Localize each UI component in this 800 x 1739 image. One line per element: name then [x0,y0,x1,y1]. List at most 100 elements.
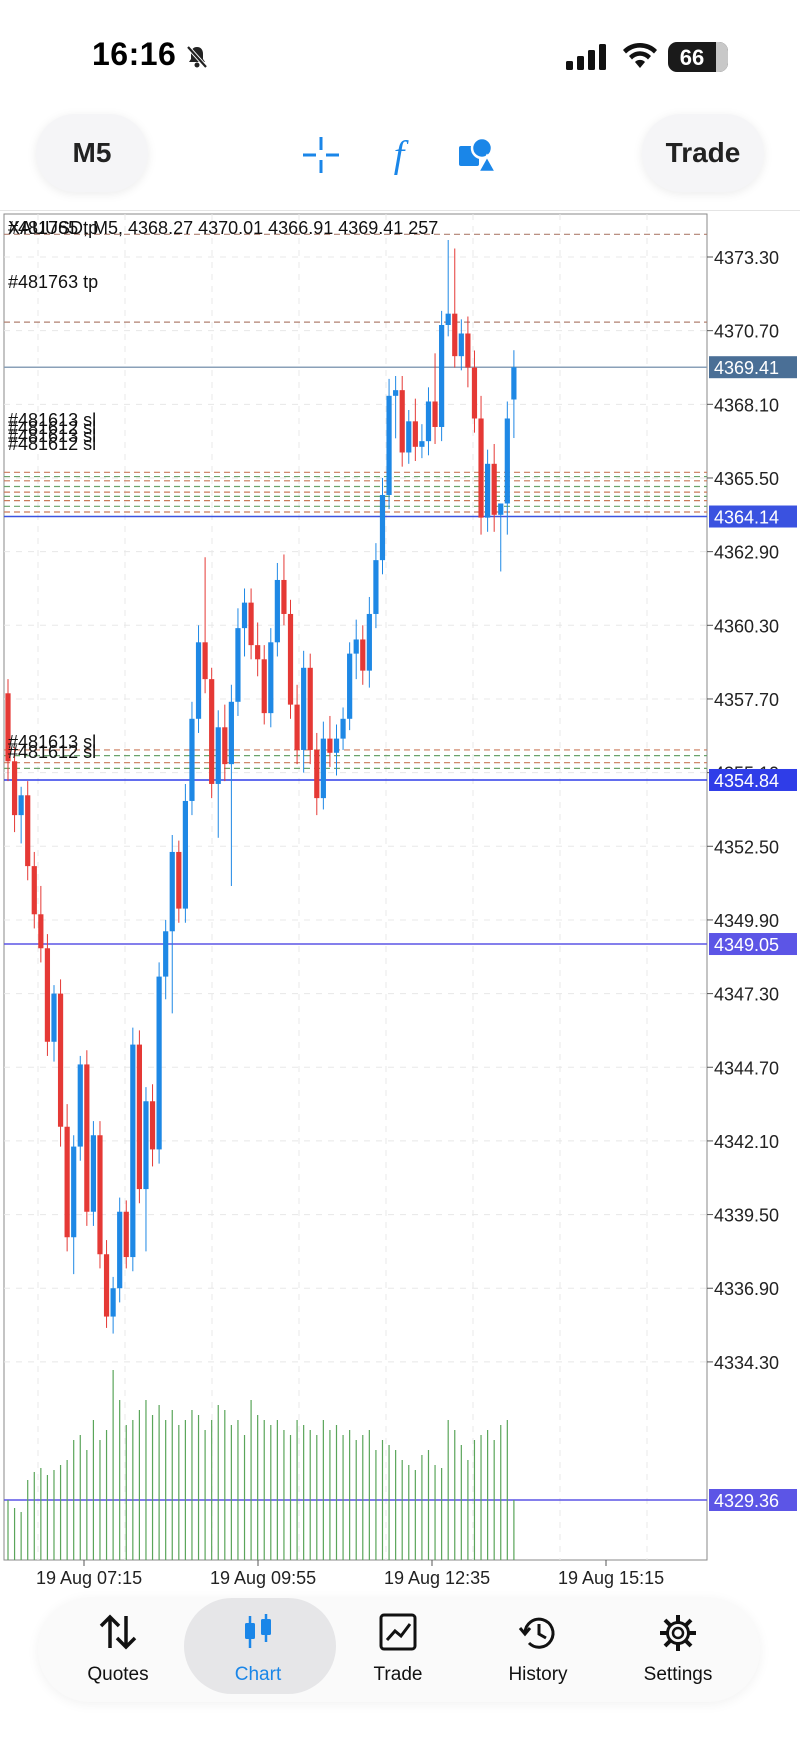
candle-body [222,727,228,765]
candle-body [228,701,234,765]
wifi-icon [623,42,657,68]
candle-body [485,463,491,518]
time-tick-label: 19 Aug 12:35 [384,1568,490,1588]
candle-body [11,761,18,816]
candle-body [301,667,307,750]
price-tick-label: 4373.30 [714,248,779,268]
price-tick-label: 4365.50 [714,469,779,489]
trade-chart-icon [379,1613,417,1651]
candle-body [511,367,517,400]
candle-body [64,1126,70,1238]
candle-body [130,1044,136,1258]
price-badge-label: 4369.41 [714,358,779,378]
candle-body [268,642,274,714]
candle-body [465,333,471,368]
candles-icon [245,1614,271,1648]
quotes-arrows-icon [99,1614,137,1650]
timeframe-button[interactable]: M5 [36,114,148,192]
candle-body [498,503,504,515]
candle-body [202,642,208,680]
time-tick-label: 19 Aug 09:55 [210,1568,316,1588]
candle-body [432,401,438,427]
time-tick-label: 19 Aug 15:15 [558,1568,664,1588]
nav-chart-label: Chart [234,1664,282,1685]
candle-body [209,679,215,784]
price-chart[interactable]: 4373.30 4370.70 4368.10 4365.50 4362.90 4360.… [0,210,800,1590]
nav-settings[interactable]: Settings [608,1598,748,1702]
candle-body [399,390,405,453]
function-icon[interactable]: f [378,134,420,176]
candle-body [117,1211,123,1289]
price-tick-label: 4339.50 [714,1206,779,1226]
candle-body [412,421,418,447]
time-tick-label: 19 Aug 07:15 [36,1568,142,1588]
nav-history[interactable]: History [468,1598,608,1702]
candle-body [57,993,64,1127]
price-tick-label: 4349.90 [714,911,779,931]
candle-body [379,494,386,561]
candle-body [136,1044,142,1190]
candle-body [347,653,353,719]
nav-trade-label: Trade [373,1664,423,1685]
candle-body [182,800,188,909]
candle-body [71,1146,77,1238]
candle-body [241,602,248,629]
objects-icon[interactable] [456,134,498,176]
candle-body [51,993,57,1042]
price-tick-label: 4368.10 [714,395,779,415]
candle-body [169,851,175,932]
candle-body [504,418,510,504]
nav-settings-label: Settings [643,1664,713,1685]
candle-body [287,613,294,705]
crosshair-icon[interactable] [300,134,342,176]
chart-canvas[interactable]: 4373.30 4370.70 4368.10 4365.50 4362.90 4360.… [0,210,800,1590]
price-badge-label: 4364.14 [714,508,779,528]
nav-trade[interactable]: Trade [328,1598,468,1702]
candle-body [31,866,37,915]
candle-body [419,441,425,447]
price-badge-label: 4329.36 [714,1491,779,1511]
candle-body [215,727,221,784]
candle-body [261,659,267,714]
candle-body [103,1254,110,1317]
bell-muted-icon [186,45,208,69]
price-badge-label: 4354.84 [714,771,779,791]
candle-body [189,718,195,801]
candle-body [149,1101,156,1150]
candle-body [77,1064,83,1147]
battery-level: 66 [679,45,705,70]
price-tick-label: 4357.70 [714,690,779,710]
nav-chart[interactable]: Chart [184,1598,336,1702]
nav-quotes[interactable]: Quotes [48,1598,188,1702]
candle-body [386,395,392,495]
chart-info-line: XAUUSD, M5, 4368.27 4370.01 4366.91 4369… [8,218,439,238]
stacked-sl-label: #481612 sl [8,434,97,454]
candle-body [281,579,287,614]
candle-body [366,613,372,671]
candle-body [340,718,346,739]
candle-body [458,333,464,357]
candle-body [274,579,280,643]
candle-body [406,421,412,453]
bottom-navigation: Quotes Chart Trade History Settings [38,1598,760,1702]
candle-body [248,602,254,646]
price-tick-label: 4342.10 [714,1132,779,1152]
candle-body [360,639,366,671]
candle-body [255,645,261,660]
signal-icon [566,44,606,70]
candle-body [176,851,182,909]
status-bar: 16:16 66 [0,0,800,100]
candle-body [478,418,484,518]
candle-body [123,1211,129,1258]
candle-body [353,639,359,654]
price-tick-label: 4334.30 [714,1353,779,1373]
candle-body [38,914,44,949]
candle-body [156,976,162,1150]
candle-body [373,560,379,614]
price-tick-label: 4370.70 [714,322,779,342]
history-clock-icon [518,1617,555,1649]
trade-button[interactable]: Trade [642,114,764,192]
candle-body [110,1288,116,1317]
candle-body [294,704,300,750]
candle-body [97,1135,103,1255]
